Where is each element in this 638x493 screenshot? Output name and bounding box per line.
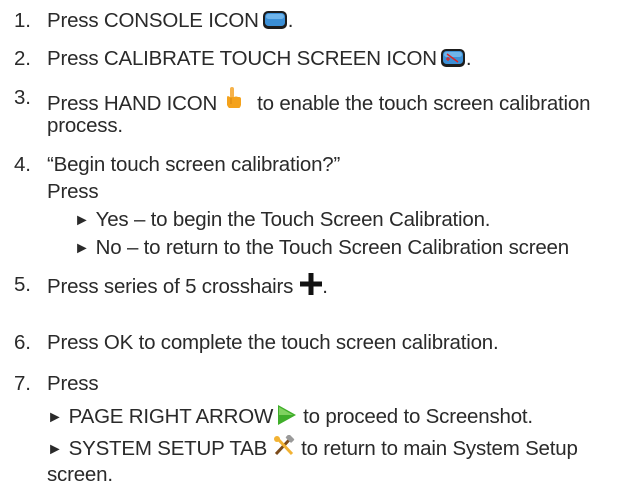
step-2: Press CALIBRATE TOUCH SCREEN ICON . <box>47 47 471 71</box>
step-continuation: process. <box>47 114 123 137</box>
step-text: Press HAND ICON <box>47 92 218 115</box>
step-continuation: screen. <box>47 463 113 486</box>
option-page-right: ► PAGE RIGHT ARROW to proceed to Screensh… <box>47 404 533 430</box>
option-yes: ► Yes – to begin the Touch Screen Calibra… <box>74 208 490 233</box>
console-icon <box>262 10 288 30</box>
step-text: Press CONSOLE ICON <box>47 9 259 32</box>
option-text: SYSTEM SETUP TAB <box>68 437 268 460</box>
step-5: Press series of 5 crosshairs . <box>47 273 328 299</box>
page-right-arrow-icon <box>277 404 297 426</box>
step-6: Press OK to complete the touch screen ca… <box>47 331 499 354</box>
option-text: No – to return to the Touch Screen Calib… <box>95 236 570 259</box>
bullet-arrow: ► <box>74 240 90 257</box>
step-7: Press <box>47 372 99 395</box>
bullet-arrow: ► <box>47 409 63 426</box>
step-tail: . <box>287 9 294 32</box>
system-setup-tab-icon <box>273 435 295 457</box>
crosshair-icon <box>300 273 323 295</box>
step-4: “Begin touch screen calibration?” <box>47 153 341 176</box>
step-number: 5. <box>14 273 31 296</box>
step-number: 3. <box>14 86 31 109</box>
option-text: Yes – to begin the Touch Screen Calibrat… <box>95 208 491 231</box>
step-tail: to enable the touch screen calibration <box>257 92 591 115</box>
step-text: Press CALIBRATE TOUCH SCREEN ICON <box>47 47 437 70</box>
step-number: 1. <box>14 9 31 32</box>
press-label: Press <box>47 180 99 203</box>
step-tail: . <box>465 47 472 70</box>
step-3: Press HAND ICON to enable the touch scre… <box>47 86 590 116</box>
instruction-page: 1. Press CONSOLE ICON . 2. Press CALIBRA… <box>0 0 638 493</box>
step-number: 7. <box>14 372 31 395</box>
bullet-arrow: ► <box>47 441 63 458</box>
option-system-setup: ► SYSTEM SETUP TAB to return to main Syst… <box>47 435 578 462</box>
step-number: 6. <box>14 331 31 354</box>
step-number: 2. <box>14 47 31 70</box>
step-1: Press CONSOLE ICON . <box>47 9 293 33</box>
step-number: 4. <box>14 153 31 176</box>
option-text: to return to main System Setup <box>301 437 578 460</box>
bullet-arrow: ► <box>74 212 90 229</box>
step-tail: . <box>322 275 328 298</box>
hand-icon <box>223 86 245 112</box>
option-no: ► No – to return to the Touch Screen Cali… <box>74 236 569 261</box>
option-text: to proceed to Screenshot. <box>303 405 533 428</box>
option-text: PAGE RIGHT ARROW <box>68 405 274 428</box>
calibrate-touch-screen-icon <box>440 48 466 68</box>
step-text: Press series of 5 crosshairs <box>47 275 294 298</box>
